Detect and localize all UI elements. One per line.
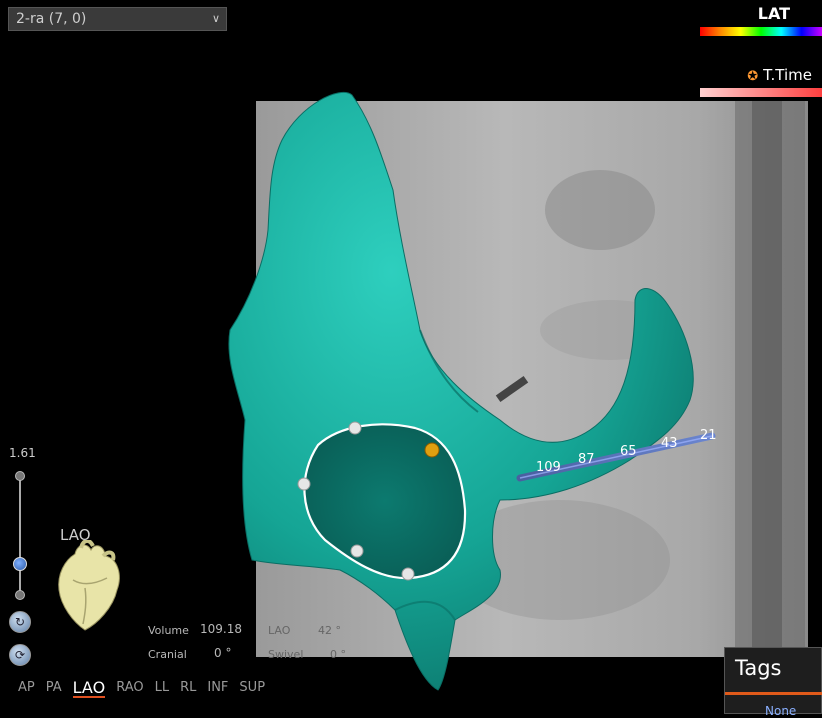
view-tab-lao[interactable]: LAO [72, 680, 106, 698]
electrode-label: 109 [536, 460, 561, 475]
ttime-label-text: T.Time [763, 66, 812, 84]
zoom-out-button[interactable] [15, 590, 25, 600]
view-preset-tabs: AP PA LAO RAO LL RL INF SUP [18, 680, 276, 698]
view-tab-pa[interactable]: PA [46, 680, 62, 698]
reset-icon: ↻ [14, 615, 26, 629]
cranial-label: Cranial [148, 648, 187, 661]
swivel-value: 0 ° [330, 648, 346, 661]
rotate-icon: ⟳ [14, 648, 26, 662]
tags-value[interactable]: None [765, 704, 796, 718]
view-tab-ll[interactable]: LL [155, 680, 170, 698]
electrode-label: 87 [578, 452, 595, 467]
loop-point [401, 567, 415, 581]
zoom-slider-track[interactable] [19, 478, 21, 596]
swivel-label: Swivel [268, 648, 304, 661]
electrode-label: 43 [661, 436, 678, 451]
zoom-slider-thumb[interactable] [13, 557, 27, 571]
volume-value: 109.18 [200, 622, 242, 636]
ttime-color-bar [700, 88, 822, 97]
view-tab-inf[interactable]: INF [207, 680, 228, 698]
volume-label: Volume [148, 624, 189, 637]
view-tab-rl[interactable]: RL [180, 680, 196, 698]
electrode-label: 65 [620, 444, 637, 459]
view-tab-ap[interactable]: AP [18, 680, 35, 698]
chevron-down-icon: ∨ [211, 12, 220, 25]
catheter-tip-marker [424, 442, 440, 458]
cranial-value: 0 ° [214, 646, 232, 660]
zoom-value: 1.61 [9, 446, 36, 460]
lat-legend-label: LAT [757, 4, 790, 23]
map-selector-dropdown[interactable]: 2-ra (7, 0) ∨ [8, 7, 227, 31]
loop-point [297, 477, 311, 491]
lao-angle-label: LAO [268, 624, 291, 637]
zoom-in-button[interactable] [15, 471, 25, 481]
orientation-heart-icon[interactable] [55, 540, 127, 632]
reset-view-button[interactable]: ↻ [9, 611, 31, 633]
lao-angle-value: 42 ° [318, 624, 341, 637]
tags-panel: Tags None [724, 647, 822, 718]
map-selector-value: 2-ra (7, 0) [16, 11, 87, 27]
electrode-label: 21 [700, 428, 717, 443]
orientation-button[interactable]: ⟳ [9, 644, 31, 666]
loop-point [348, 421, 362, 435]
ttime-marker-icon: ✪ [747, 69, 759, 84]
view-tab-rao[interactable]: RAO [116, 680, 143, 698]
ttime-legend-label: ✪ T.Time [747, 66, 812, 84]
view-tab-sup[interactable]: SUP [239, 680, 265, 698]
loop-point [350, 544, 364, 558]
lat-color-bar [700, 27, 822, 36]
tags-divider [725, 692, 822, 695]
tags-title: Tags [735, 656, 782, 680]
